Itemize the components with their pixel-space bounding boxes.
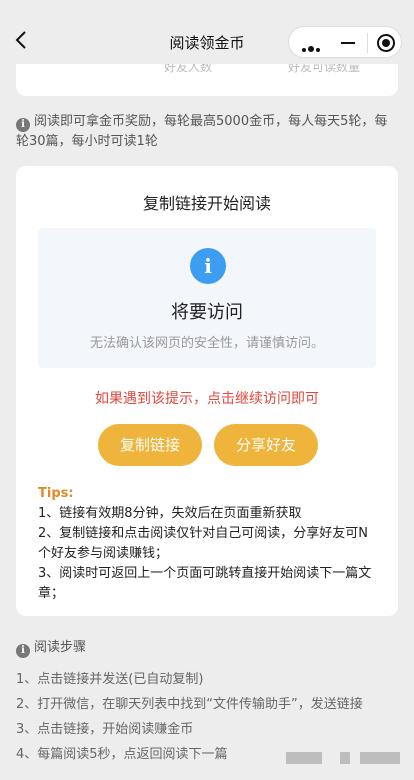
reward-info-text: 阅读即可拿金币奖励，每轮最高5000金币，每人每天5轮，每轮30篇，每小时可读1… xyxy=(16,114,388,149)
close-target-icon[interactable] xyxy=(377,34,395,52)
reward-info: i 阅读即可拿金币奖励，每轮最高5000金币，每人每天5轮，每轮30篇，每小时可读… xyxy=(16,112,398,152)
blurred-watermark xyxy=(286,752,322,764)
tip-item: 1、链接有效期8分钟，失效后在页面重新获取 xyxy=(38,506,302,521)
tips-title: Tips: xyxy=(38,486,74,501)
miniprogram-capsule xyxy=(288,26,402,58)
steps-title: 阅读步骤 xyxy=(34,640,87,655)
info-icon: i xyxy=(16,118,30,132)
minimize-icon[interactable] xyxy=(341,42,355,44)
tip-item: 3、阅读时可返回上一个页面可跳转直接开始阅读下一篇文章； xyxy=(38,566,372,601)
capsule-divider xyxy=(367,33,368,53)
warning-title: 将要访问 xyxy=(171,302,243,323)
blurred-watermark xyxy=(340,752,350,764)
continue-hint: 如果遇到该提示，点击继续访问即可 xyxy=(95,391,319,407)
blurred-watermark xyxy=(360,752,400,764)
card-title: 复制链接开始阅读 xyxy=(142,194,271,213)
tip-item: 2、复制链接和点击阅读仅针对自己可阅读，分享好友可N个好友参与阅读赚钱； xyxy=(38,526,368,561)
steps-heading: i 阅读步骤 xyxy=(16,636,86,658)
copy-link-button[interactable]: 复制链接 xyxy=(98,424,202,466)
step-item: 3、点击链接，开始阅读赚金币 xyxy=(16,722,194,737)
share-friend-button[interactable]: 分享好友 xyxy=(214,424,318,466)
warning-subtitle: 无法确认该网页的安全性，请谨慎访问。 xyxy=(89,336,324,351)
more-dots-icon[interactable] xyxy=(301,37,333,52)
step-item: 1、点击链接并发送(已自动复制) xyxy=(16,672,204,687)
step-item: 2、打开微信，在聊天列表中找到“文件传输助手”，发送链接 xyxy=(16,697,363,712)
info-icon: i xyxy=(16,644,30,658)
copy-link-card: 复制链接开始阅读 i 将要访问 无法确认该网页的安全性，请谨慎访问。 如果遇到该… xyxy=(16,166,398,616)
visit-warning-preview: i 将要访问 无法确认该网页的安全性，请谨慎访问。 xyxy=(38,228,376,368)
tips-list: 1、链接有效期8分钟，失效后在页面重新获取 2、复制链接和点击阅读仅针对自己可阅… xyxy=(38,504,380,604)
nav-bar: 阅读领金币 xyxy=(0,0,414,64)
info-icon: i xyxy=(190,248,226,284)
